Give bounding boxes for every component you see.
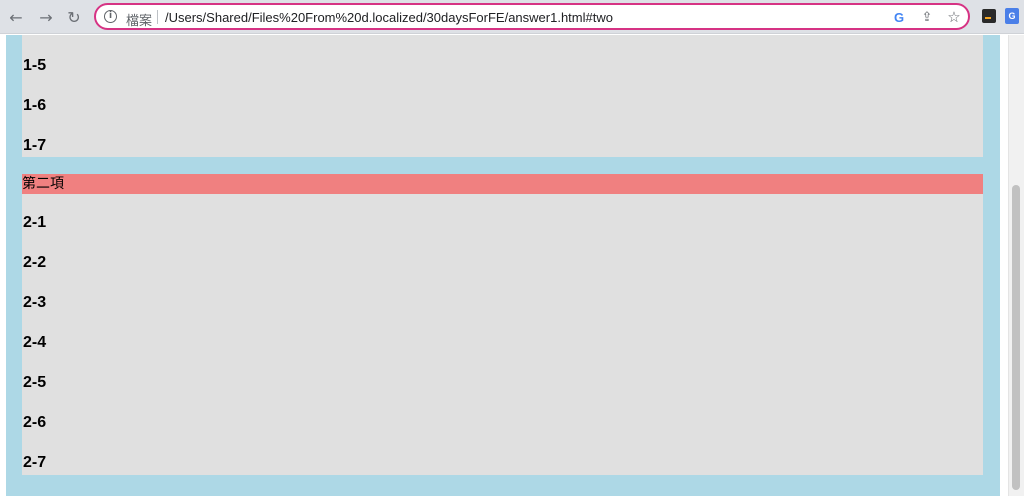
list-item: 2-4 — [23, 334, 47, 351]
list-item: 2-5 — [23, 374, 47, 391]
list-item: 1-6 — [23, 97, 47, 114]
reload-icon[interactable]: ↻ — [64, 7, 84, 27]
list-item: 1-5 — [23, 57, 47, 74]
share-icon[interactable]: ⇪ — [918, 8, 936, 26]
address-separator — [157, 10, 158, 24]
list-item: 2-3 — [23, 294, 47, 311]
back-arrow-icon[interactable]: ← — [6, 7, 26, 27]
translate-extension-icon[interactable]: G — [1005, 8, 1019, 24]
list-item: 2-2 — [23, 254, 47, 271]
list-item: 2-6 — [23, 414, 47, 431]
file-scheme-label: 檔案 — [126, 14, 153, 29]
section-two-panel: 第二項 2-1 2-2 2-3 2-4 2-5 2-6 2-7 — [22, 174, 983, 475]
section-two-header: 第二項 — [22, 174, 983, 194]
url-text[interactable]: /Users/Shared/Files%20From%20d.localized… — [165, 10, 613, 25]
browser-toolbar: ← → ↻ i 檔案 /Users/Shared/Files%20From%20… — [0, 0, 1024, 34]
list-item: 1-7 — [23, 137, 47, 154]
list-item: 2-1 — [23, 214, 47, 231]
page-viewport: 1-5 1-6 1-7 第二項 2-1 2-2 2-3 2-4 2-5 2-6 … — [0, 35, 1024, 496]
address-bar[interactable]: i 檔案 /Users/Shared/Files%20From%20d.loca… — [94, 3, 970, 30]
forward-arrow-icon[interactable]: → — [36, 7, 56, 27]
list-item: 2-7 — [23, 454, 47, 471]
google-lens-icon[interactable]: G — [890, 8, 908, 26]
terminal-extension-icon[interactable] — [982, 9, 996, 23]
bookmark-star-icon[interactable]: ☆ — [945, 8, 963, 26]
section-one-panel: 1-5 1-6 1-7 — [22, 35, 983, 157]
outer-container: 1-5 1-6 1-7 第二項 2-1 2-2 2-3 2-4 2-5 2-6 … — [6, 35, 1000, 496]
info-icon[interactable]: i — [104, 10, 117, 23]
vertical-scrollbar[interactable] — [1008, 35, 1024, 496]
scrollbar-thumb[interactable] — [1012, 185, 1020, 490]
